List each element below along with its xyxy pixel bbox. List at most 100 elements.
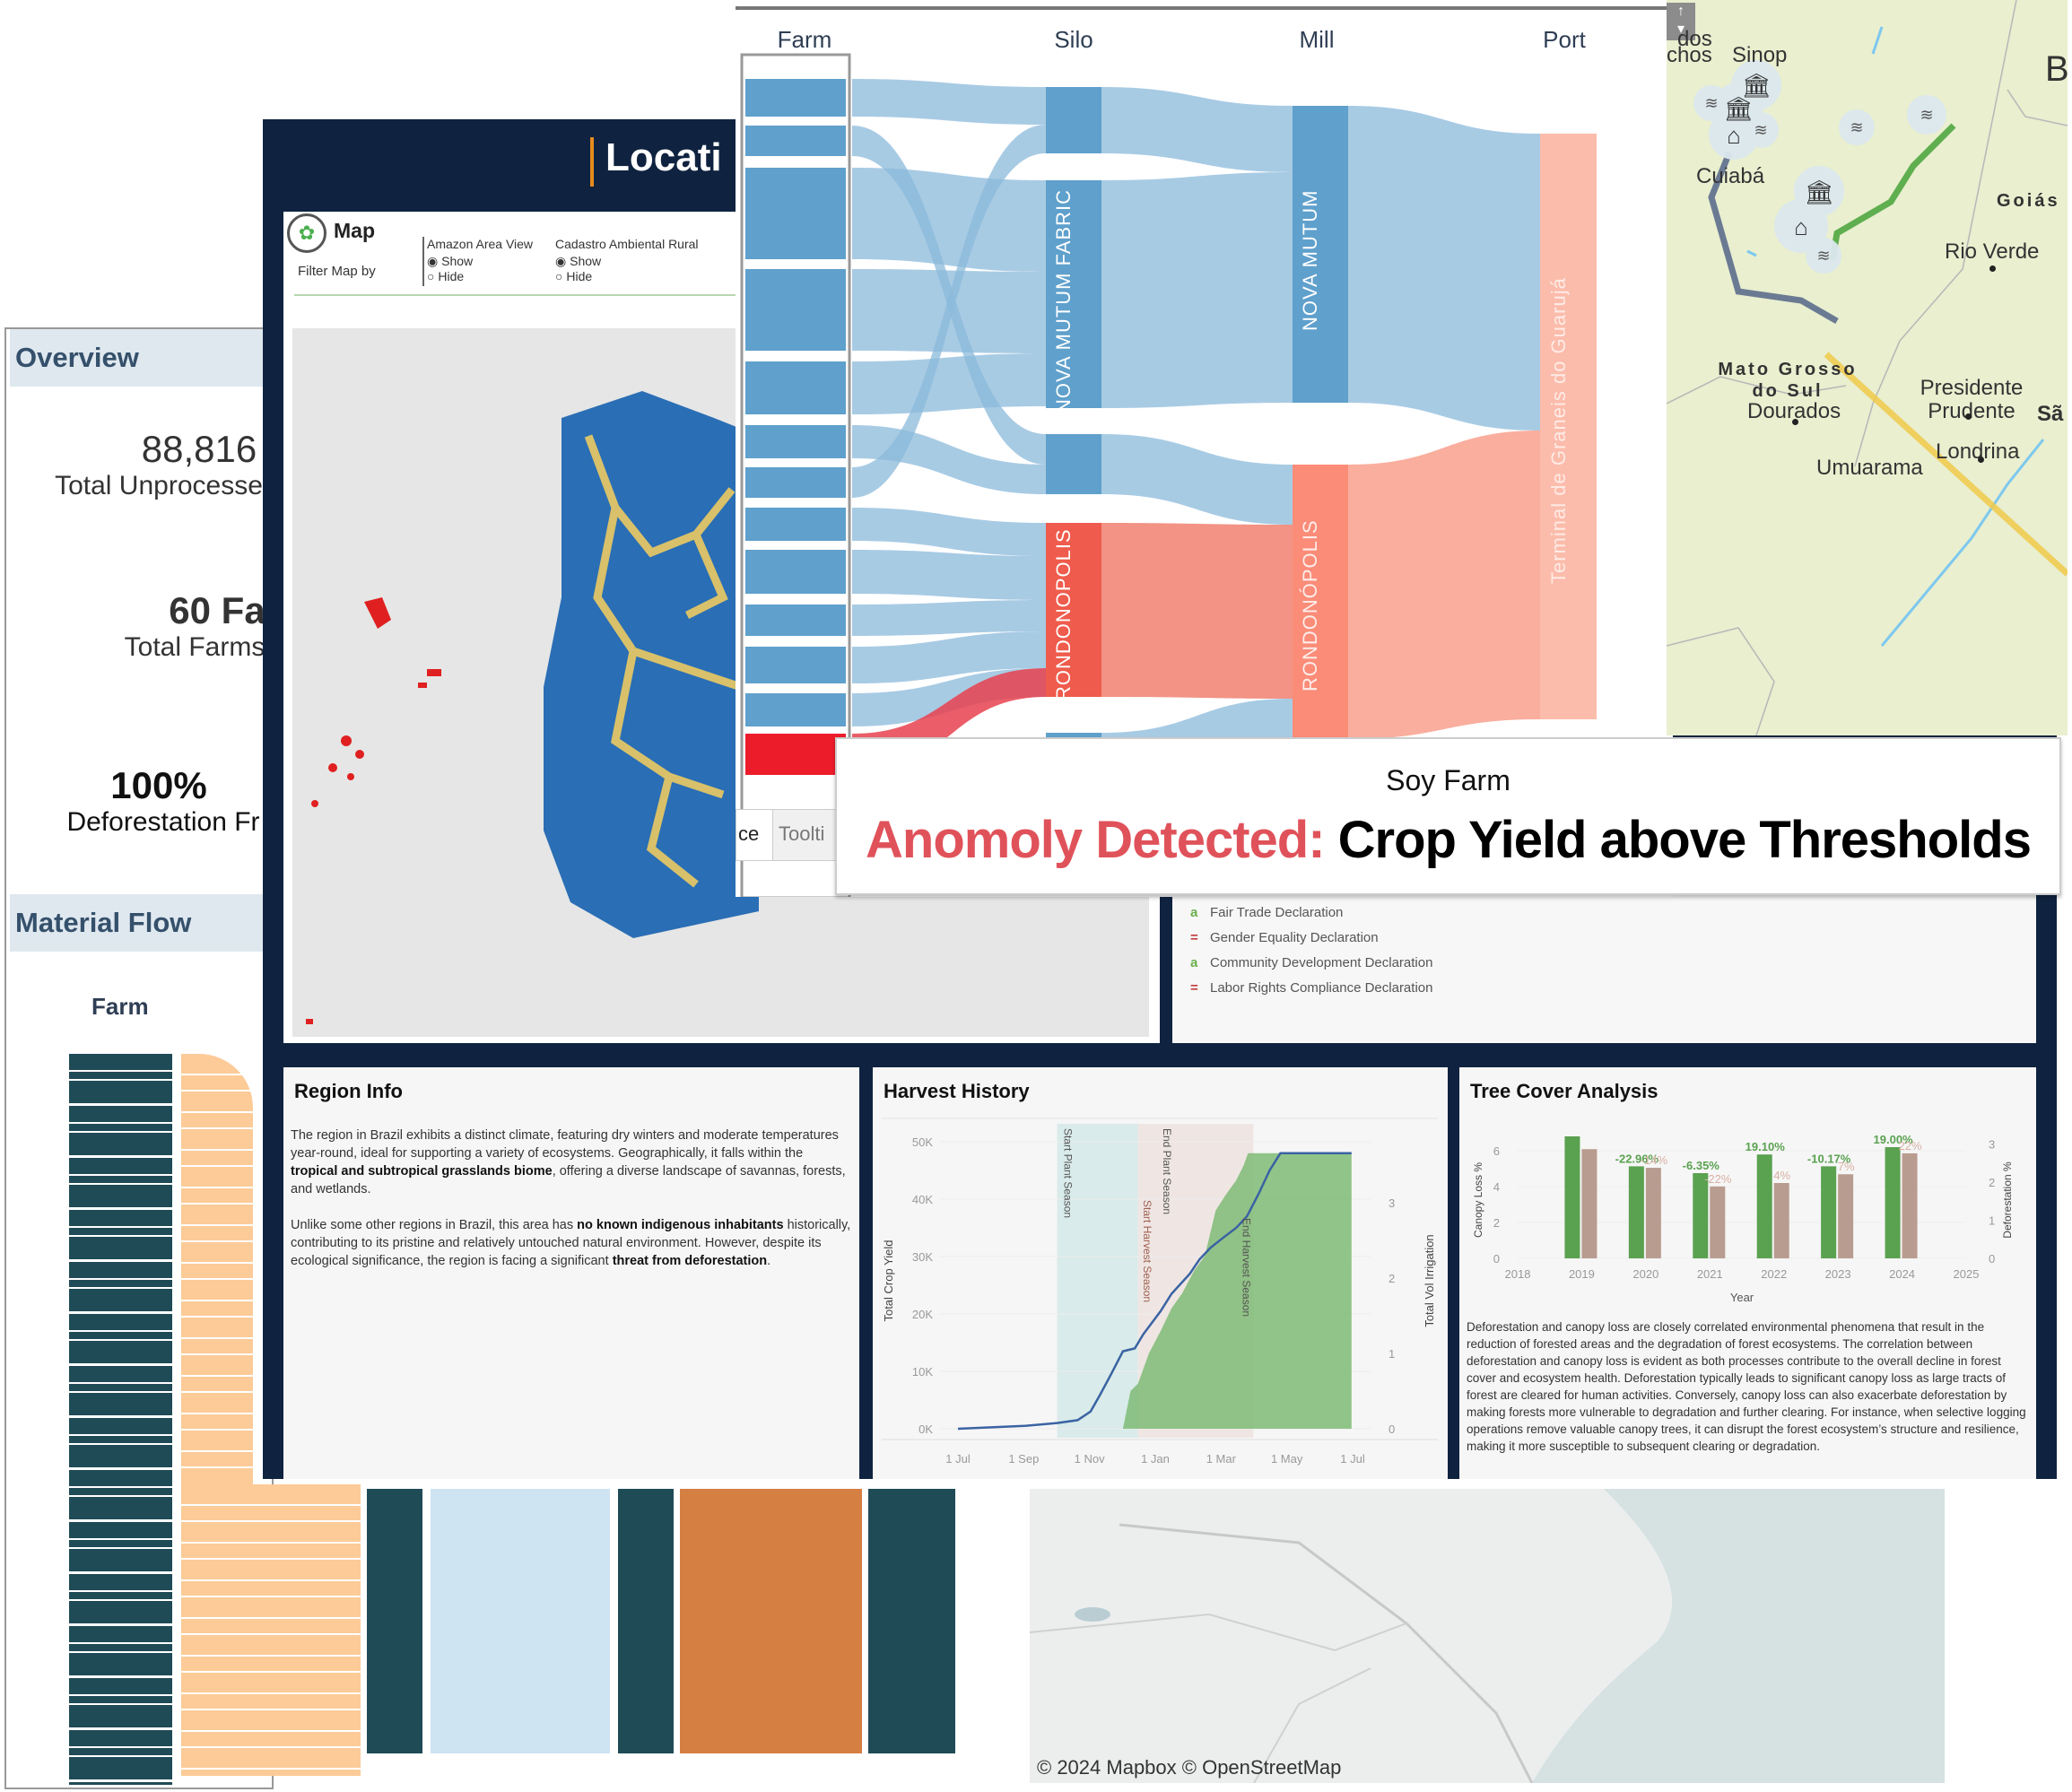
route-map[interactable]: 🏛 🏛 ⌂ 🏛 ⌂ ≋ ≋ ≋ ≋ ≋ ↑ ▾ dos chos Sinop Cuiabá Go…	[1667, 0, 2068, 735]
map-attribution[interactable]: © 2024 Mapbox © OpenStreetMap	[1037, 1756, 1341, 1779]
kpi-farms: 60 Fa Total Farms	[6, 589, 275, 663]
map-title: Map	[334, 219, 375, 242]
kpi-value: 100%	[110, 764, 207, 806]
x-tick-label: 1 Sep	[1008, 1452, 1039, 1466]
node-bar[interactable]	[868, 1489, 955, 1753]
y2-tick-label: 3	[1389, 1196, 1395, 1210]
kpi-deforestation: 100% Deforestation Fr	[6, 764, 275, 838]
y-tick-label: 4	[1493, 1180, 1500, 1194]
y2-axis-title: Total Vol Irrigation	[1423, 1234, 1436, 1327]
harvest-history-chart[interactable]: 0K 10K 20K 30K 40K 50K 0 1 2 3 Start Plant Season S…	[873, 1110, 1448, 1478]
radio-label: Hide	[566, 269, 593, 283]
silo-icon: 🏛	[1723, 95, 1753, 122]
leaf-badge-icon: ✿	[287, 213, 326, 253]
bar-data-label: 19.10%	[1746, 1140, 1786, 1153]
y-tick-label: 30K	[912, 1250, 933, 1264]
region-info-title: Region Info	[294, 1080, 403, 1102]
farm-node	[745, 693, 846, 726]
kpi-value: 60 Fa	[169, 589, 266, 631]
sankey-link	[1101, 434, 1293, 525]
season-label: Start Harvest Season	[1141, 1200, 1154, 1302]
farm-column-header: Farm	[91, 993, 149, 1020]
radio-hide[interactable]: ○ Hide	[427, 269, 533, 283]
farm-node	[745, 79, 846, 117]
farm-boundary[interactable]	[544, 391, 759, 938]
tree-cover-chart[interactable]: 024601232018 2019 2020-22.96%-14%2021-6.35…	[1459, 1110, 2036, 1317]
farm-node	[745, 734, 846, 775]
map-label: Goiás	[1997, 191, 2060, 211]
declarations-card: aModern Slavery Prevention DeclarationaF…	[1172, 880, 2036, 1043]
bar-data-label: -14%	[1641, 1153, 1668, 1167]
city-dot	[1978, 457, 1984, 463]
declaration-item: = Labor Rights Compliance Declaration	[1190, 975, 1444, 1000]
silo-node	[1046, 87, 1101, 153]
farm-icon: ≋	[1754, 121, 1767, 139]
divider	[422, 237, 424, 286]
tab-ce[interactable]: ce	[736, 810, 772, 860]
cross-icon: =	[1190, 929, 1198, 945]
route-green	[1829, 123, 1956, 261]
farm-icon: ≋	[1850, 118, 1863, 136]
map-label: Sã	[2037, 402, 2064, 426]
x-axis-title: Year	[1730, 1291, 1754, 1304]
farm-nodes[interactable]	[69, 1054, 172, 1785]
declaration-item: a Community Development Declaration	[1190, 950, 1444, 975]
y-tick-label: 0K	[918, 1422, 933, 1436]
sankey-link	[852, 600, 1046, 636]
bar	[1902, 1153, 1918, 1258]
radio-hide[interactable]: ○ Hide	[555, 269, 699, 283]
bar-data-label: -22%	[1704, 1172, 1732, 1186]
region-info-text: The region in Brazil exhibits a distinct…	[291, 1127, 851, 1270]
declaration-list: aModern Slavery Prevention DeclarationaF…	[1190, 880, 1444, 1000]
y2-tick-label: 3	[1989, 1138, 1995, 1152]
dashboard-title: Locati	[605, 135, 722, 179]
x-tick-label: 1 Mar	[1206, 1452, 1237, 1466]
map-label: Rio Verde	[1945, 239, 2040, 264]
mill-label: RONDONÓPOLIS	[1299, 519, 1321, 692]
farm-node	[745, 550, 846, 594]
node-bar[interactable]	[618, 1489, 674, 1753]
y-axis-title: Canopy Loss %	[1472, 1162, 1484, 1238]
map-label: Mato Grosso do Sul	[1718, 360, 1858, 401]
y-tick-label: 2	[1493, 1216, 1500, 1230]
radio-show[interactable]: ◉ Show	[555, 254, 699, 269]
sankey-link	[852, 353, 1046, 414]
check-icon: a	[1190, 904, 1198, 920]
map-label: B	[2045, 49, 2068, 89]
map-label: Umuarama	[1816, 456, 1923, 480]
y-tick-label: 10K	[912, 1365, 933, 1379]
tab-strip: ce Toolti	[736, 809, 839, 861]
region-paragraph-1: The region in Brazil exhibits a distinct…	[291, 1128, 846, 1196]
farm-node	[745, 168, 846, 259]
farm-node	[745, 425, 846, 458]
y2-axis-title: Deforestation %	[2001, 1161, 2014, 1239]
y-tick-label: 40K	[912, 1193, 933, 1206]
node-bar[interactable]	[367, 1489, 422, 1753]
silo-label: RONDONOPOLIS	[1052, 528, 1075, 700]
tree-cover-card: Tree Cover Analysis 0 2 4 6 0 1 2 3 2018 2019 2020…	[1459, 1067, 2036, 1479]
x-tick-label: 1 Jul	[945, 1452, 971, 1466]
bar	[1885, 1147, 1901, 1258]
farm-node	[745, 467, 846, 498]
farm-node	[745, 269, 846, 351]
filter-label: Amazon Area View	[427, 237, 534, 251]
x-tick-label: 2025	[1954, 1267, 1980, 1281]
material-flow-header: Material Flow	[10, 894, 270, 952]
declaration-item: = Gender Equality Declaration	[1190, 925, 1444, 950]
x-tick-label: 2020	[1632, 1267, 1658, 1281]
bar	[1773, 1183, 1789, 1258]
tree-cover-description: Deforestation and canopy loss are closel…	[1467, 1320, 2026, 1453]
mill-icon: ⌂	[1794, 213, 1808, 240]
kpi-unprocessed: 88,816 Total Unprocesse	[6, 428, 275, 501]
farm-icon: ≋	[1920, 106, 1933, 124]
bar	[1645, 1168, 1661, 1258]
silo-icon: 🏛	[1804, 178, 1833, 205]
silo-label: NOVA MUTUM FABRIC	[1052, 188, 1075, 413]
y-tick-label: 20K	[912, 1308, 933, 1321]
radio-show[interactable]: ◉ Show	[427, 254, 533, 269]
tab-tooltip[interactable]: Toolti	[772, 810, 830, 860]
kpi-value: 88,816	[141, 428, 257, 470]
bottom-map[interactable]: © 2024 Mapbox © OpenStreetMap	[1030, 1489, 1945, 1783]
bottom-map-terrain	[1030, 1489, 1945, 1783]
map-label: Sinop	[1732, 43, 1788, 67]
